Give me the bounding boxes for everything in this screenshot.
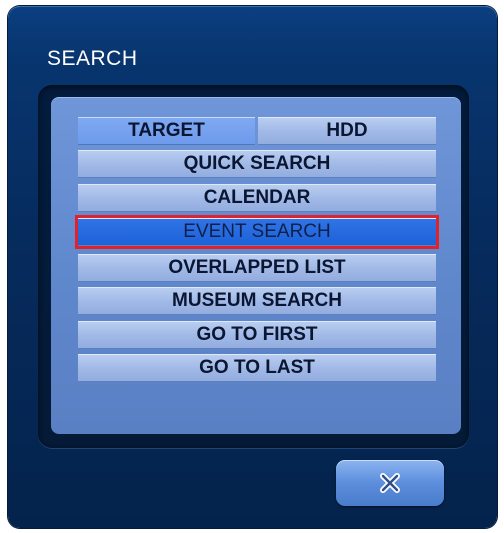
menu-item-calendar[interactable]: CALENDAR <box>78 184 436 212</box>
target-value-selector[interactable]: HDD <box>258 117 436 145</box>
menu-item-event-search[interactable]: EVENT SEARCH <box>75 215 439 249</box>
dialog-title: SEARCH <box>47 47 138 70</box>
menu-item-go-to-first[interactable]: GO TO FIRST <box>78 321 436 349</box>
menu-item-go-to-last[interactable]: GO TO LAST <box>78 354 436 382</box>
menu-item-overlapped-list[interactable]: OVERLAPPED LIST <box>78 254 436 282</box>
menu-item-museum-search[interactable]: MUSEUM SEARCH <box>78 287 436 315</box>
menu-item-quick-search[interactable]: QUICK SEARCH <box>78 150 436 178</box>
close-icon <box>380 473 400 493</box>
target-label: TARGET <box>78 117 255 145</box>
close-button[interactable] <box>336 460 444 506</box>
target-row: TARGET HDD <box>78 117 436 145</box>
